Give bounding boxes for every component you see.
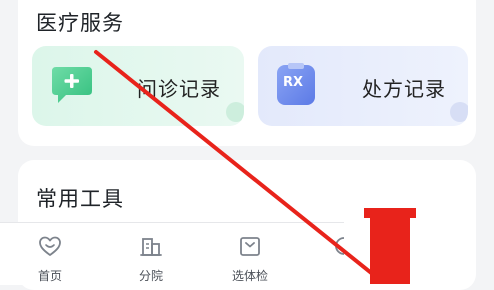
red-annotation-arrow: [94, 50, 416, 284]
